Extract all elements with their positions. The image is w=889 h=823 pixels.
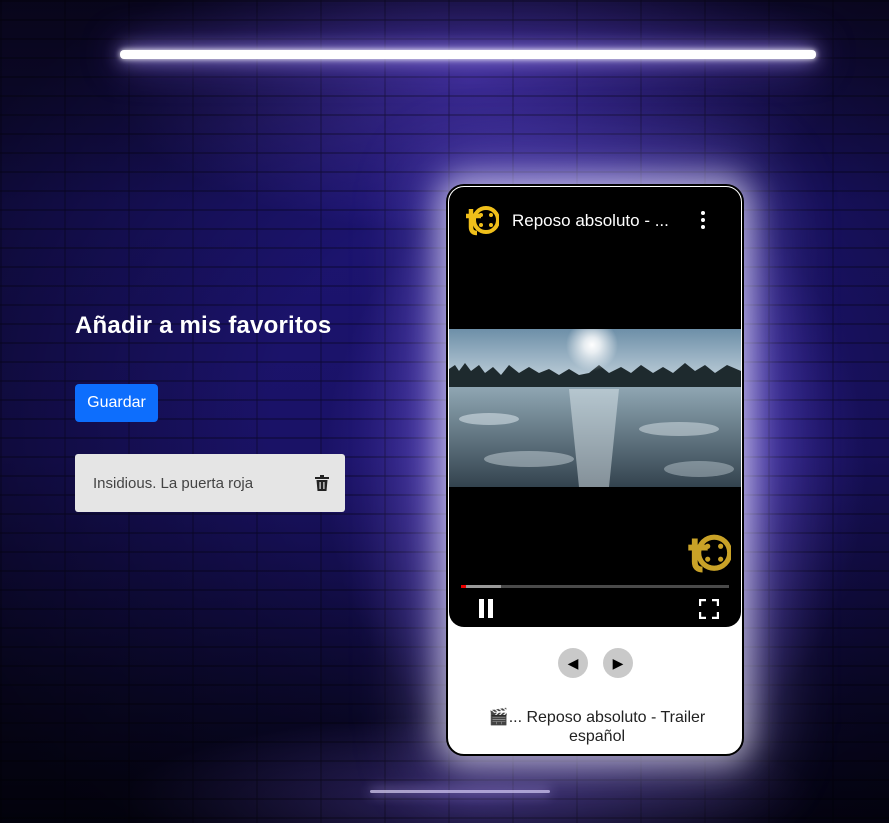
channel-watermark-icon [688,534,731,573]
save-button[interactable]: Guardar [75,384,158,422]
progress-played [461,585,467,588]
channel-logo-icon[interactable] [465,205,499,237]
favorite-item-title: Insidious. La puerta roja [93,474,254,492]
video-frame [449,329,741,487]
fullscreen-icon[interactable] [699,599,719,619]
neon-light-bar [120,50,816,59]
chevron-right-icon: ▶ [612,654,624,671]
progress-loaded [461,585,502,588]
previous-button[interactable]: ◀ [558,648,588,678]
trash-icon[interactable] [315,475,329,491]
chevron-left-icon: ◀ [567,654,579,671]
next-button[interactable]: ▶ [603,648,633,678]
favorites-heading: Añadir a mis favoritos [75,312,332,339]
video-caption: 🎬... Reposo absoluto - Trailer español [488,709,706,745]
video-player[interactable]: Reposo absoluto - ... [449,187,741,627]
favorite-item: Insidious. La puerta roja [75,454,345,512]
progress-bar[interactable] [461,585,729,588]
video-title[interactable]: Reposo absoluto - ... [512,211,682,231]
more-vert-icon[interactable] [697,211,709,231]
floor-light [370,790,550,793]
pause-icon[interactable] [477,599,495,619]
video-carousel-card: Reposo absoluto - ... ◀ ▶ 🎬... Reposo ab… [446,184,744,756]
